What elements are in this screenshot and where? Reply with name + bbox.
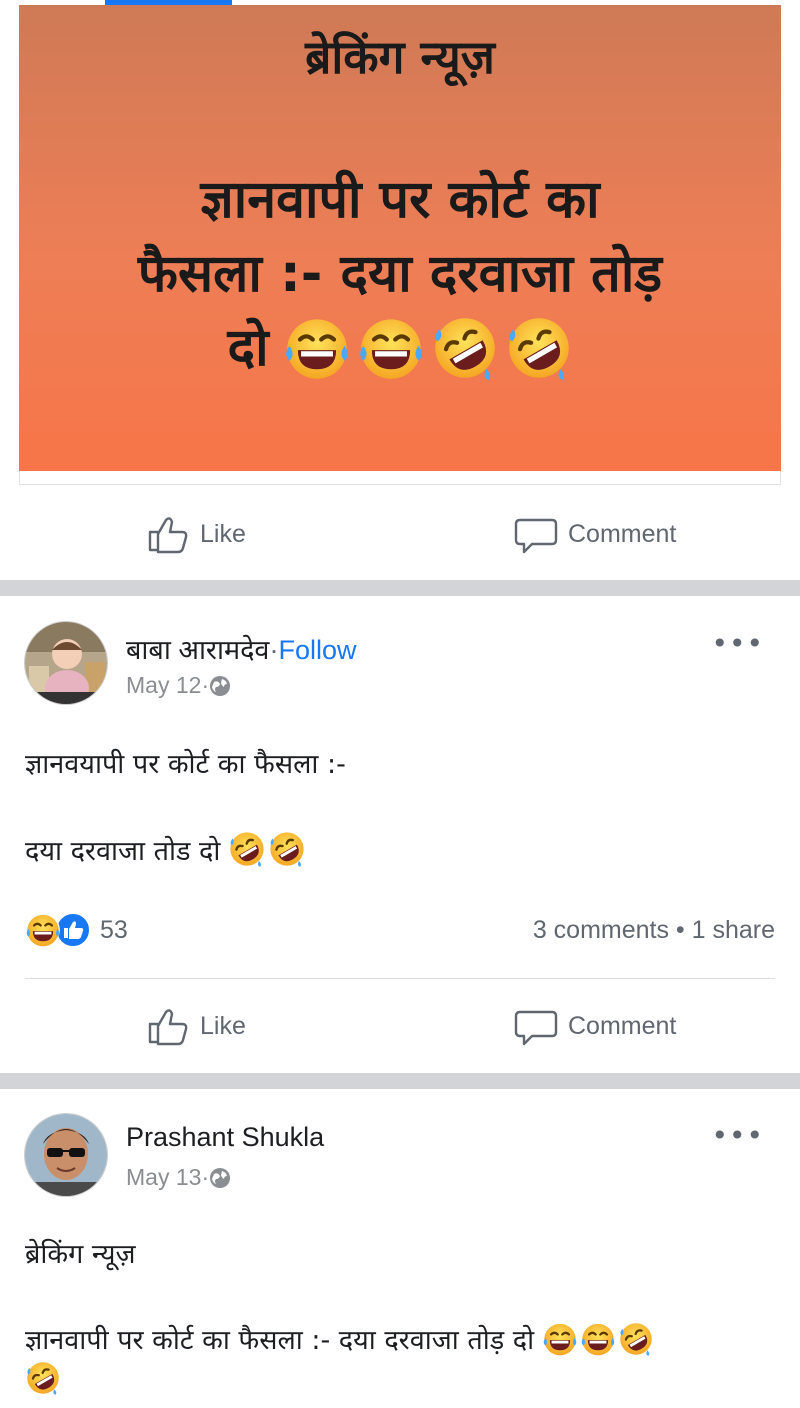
post-text-line-1: ज्ञानवयापी पर कोर्ट का फैसला :-	[25, 749, 346, 780]
avatar[interactable]	[25, 1114, 107, 1196]
man-sunglasses-avatar-icon	[25, 1114, 107, 1196]
post-text-line-1: ब्रेकिंग न्यूज़	[25, 1239, 136, 1270]
like-icon	[148, 1009, 188, 1046]
banner-line-2: फैसला :- दया दरवाजा तोड़	[137, 244, 663, 304]
author-name[interactable]: Prashant Shukla	[126, 1122, 324, 1152]
rofl-emoji-icon	[618, 1321, 654, 1357]
baby-photo-avatar-icon	[25, 622, 107, 704]
globe-icon	[210, 1167, 231, 1188]
like-button[interactable]: Like	[146, 986, 246, 1066]
post-text-line-2-text: दया दरवाजा तोड दो	[25, 835, 221, 867]
rofl-emoji-icon	[431, 314, 499, 382]
haha-reaction-icon	[25, 913, 61, 948]
breaking-news-banner[interactable]: ब्रेकिंग न्यूज़ ज्ञानवापी पर कोर्ट का फै…	[19, 5, 781, 471]
post-text-line-2: दया दरवाजा तोड दो	[25, 830, 306, 868]
banner-title: ब्रेकिंग न्यूज़	[305, 30, 495, 84]
like-label: Like	[200, 1011, 246, 1040]
more-options-icon[interactable]: •••	[711, 627, 764, 660]
date-separator: ·	[201, 672, 210, 698]
laughing-emoji-icon	[580, 1321, 616, 1357]
post-text-line-2-text: ज्ञानवापी पर कोर्ट का फैसला :- दया दरवाज…	[25, 1325, 535, 1356]
feed-divider	[0, 580, 800, 596]
date-text: May 13	[126, 1164, 202, 1190]
rofl-emoji-icon	[268, 830, 306, 868]
post-text-line-2: ज्ञानवापी पर कोर्ट का फैसला :- दया दरवाज…	[25, 1320, 654, 1357]
post-text-line-3	[25, 1360, 61, 1396]
avatar[interactable]	[25, 622, 107, 704]
post-header: Prashant Shukla May 13 · •••	[0, 1114, 800, 1204]
date-text: May 12	[126, 672, 202, 698]
post-date[interactable]: May 12 ·	[126, 672, 231, 699]
banner-line-3-text: दो	[227, 318, 269, 378]
rofl-emoji-icon	[25, 1360, 61, 1396]
post-action-bar: Like Comment	[0, 494, 800, 574]
laughing-emoji-icon	[357, 314, 425, 382]
banner-line-3: दो	[19, 311, 781, 385]
reaction-icons	[25, 912, 91, 948]
card-bottom-edge	[19, 471, 781, 485]
comment-button[interactable]: Comment	[514, 986, 676, 1066]
reaction-divider	[25, 978, 775, 979]
more-options-icon[interactable]: •••	[711, 1119, 764, 1152]
reaction-count: 53	[100, 916, 128, 944]
like-button[interactable]: Like	[146, 494, 246, 574]
comment-icon	[514, 1010, 558, 1046]
comment-button[interactable]: Comment	[514, 494, 676, 574]
rofl-emoji-icon	[228, 830, 266, 868]
comment-label: Comment	[568, 519, 677, 548]
comment-icon	[514, 518, 558, 554]
reactions-summary[interactable]: 53 3 comments • 1 share	[25, 912, 775, 952]
post-header: बाबा आरामदेव·Follow May 12 · •••	[0, 622, 800, 712]
author-line: Prashant Shukla	[126, 1122, 324, 1153]
rofl-emoji-icon	[505, 314, 573, 382]
banner-line-1: ज्ञानवापी पर कोर्ट का	[200, 170, 600, 230]
laughing-emoji-icon	[283, 314, 351, 382]
author-name[interactable]: बाबा आरामदेव	[126, 635, 269, 665]
globe-icon	[210, 675, 231, 696]
like-label: Like	[200, 519, 246, 548]
comment-label: Comment	[568, 1011, 677, 1040]
author-line: बाबा आरामदेव·Follow	[126, 630, 356, 667]
like-icon	[148, 517, 188, 554]
feed-divider	[0, 1073, 800, 1089]
post-action-bar: Like Comment	[0, 986, 800, 1066]
date-separator: ·	[201, 1164, 210, 1190]
follow-button[interactable]: Follow	[278, 635, 356, 665]
comments-shares-count[interactable]: 3 comments • 1 share	[533, 916, 775, 945]
laughing-emoji-icon	[542, 1321, 578, 1357]
post-date[interactable]: May 13 ·	[126, 1164, 231, 1191]
banner-body: ज्ञानवापी पर कोर्ट का फैसला :- दया दरवाज…	[19, 163, 781, 385]
